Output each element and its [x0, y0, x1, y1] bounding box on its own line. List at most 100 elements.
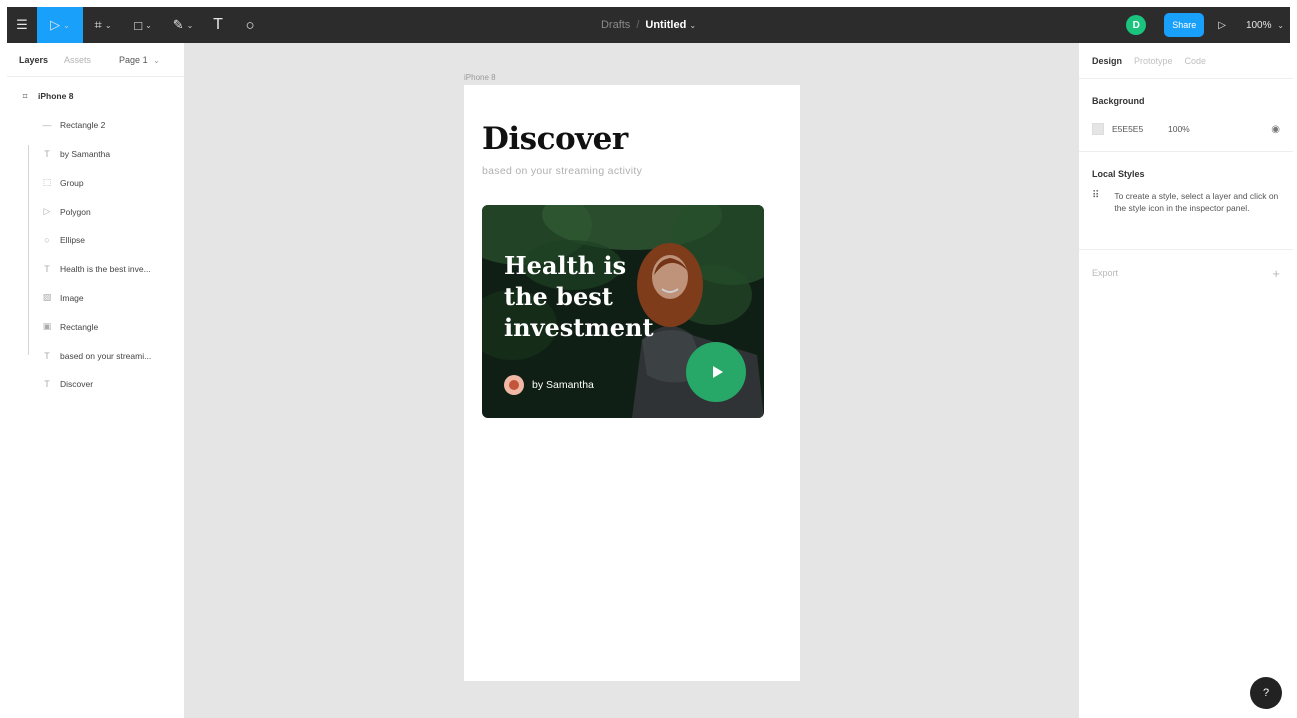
chevron-down-icon[interactable]: ⌄ — [689, 21, 696, 30]
background-section: Background E5E5E5 100% ◉ — [1079, 79, 1293, 152]
text-icon: T — [44, 148, 50, 159]
line-icon: — — [42, 120, 52, 131]
cursor-icon: ▷ — [50, 17, 61, 32]
card-author[interactable]: by Samantha — [504, 375, 594, 395]
frame-label[interactable]: iPhone 8 — [464, 73, 496, 82]
layer-item[interactable]: ▣ Rectangle — [7, 312, 184, 341]
layer-item[interactable]: ▷ Polygon — [7, 197, 184, 226]
style-icon: ⠿ — [1092, 190, 1100, 201]
layer-name: iPhone 8 — [38, 91, 74, 102]
local-styles-label: Local Styles — [1092, 169, 1145, 179]
text-icon: T — [44, 350, 50, 361]
page-selector[interactable]: Page 1 ⌄ — [119, 55, 160, 65]
chevron-down-icon: ⌄ — [63, 20, 70, 30]
share-button[interactable]: Share — [1164, 13, 1205, 37]
comment-tool-button[interactable]: ○ — [233, 7, 267, 43]
menu-button[interactable]: ☰ — [7, 7, 37, 43]
ellipse-icon: ○ — [44, 235, 50, 246]
layer-frame-iphone8[interactable]: ⌗ iPhone 8 — [7, 82, 184, 111]
zoom-value: 100% — [1245, 19, 1272, 31]
chevron-down-icon: ⌄ — [1277, 20, 1284, 30]
layer-item[interactable]: ○ Ellipse — [7, 226, 184, 255]
layer-name: Group — [60, 177, 84, 188]
layer-name: by Samantha — [60, 148, 111, 159]
frame-icon: ⌗ — [94, 17, 102, 32]
layer-item[interactable]: ▨ Image — [7, 284, 184, 313]
iphone-frame[interactable]: Discover based on your streaming activit… — [464, 85, 800, 681]
local-styles-section: Local Styles ⠿ To create a style, select… — [1079, 152, 1293, 250]
pen-icon: ✎ — [172, 17, 184, 32]
layer-item[interactable]: ⬚ Group — [7, 168, 184, 197]
content-card[interactable]: Health is the best investment by Samanth… — [482, 205, 764, 418]
comment-icon: ○ — [245, 16, 255, 34]
right-panel-tabs: Design Prototype Code — [1079, 43, 1293, 79]
layer-name: Rectangle 2 — [60, 120, 106, 131]
layers-panel: Layers Assets Page 1 ⌄ ⌗ iPhone 8 — Rect… — [7, 43, 185, 718]
image-icon: ▨ — [42, 292, 52, 303]
chevron-down-icon: ⌄ — [153, 55, 160, 65]
layer-name: based on your streami... — [60, 350, 152, 361]
frame-tool-button[interactable]: ⌗ ⌄ — [83, 7, 123, 43]
rectangle-icon: ▣ — [42, 321, 52, 332]
chevron-down-icon: ⌄ — [145, 20, 152, 30]
left-panel-tabs: Layers Assets Page 1 ⌄ — [7, 43, 184, 77]
shape-tool-button[interactable]: □ ⌄ — [123, 7, 163, 43]
color-swatch[interactable] — [1092, 123, 1104, 135]
background-row: E5E5E5 100% ◉ — [1092, 115, 1280, 143]
polygon-icon: ▷ — [43, 206, 51, 217]
layer-item[interactable]: T by Samantha — [7, 140, 184, 169]
discover-subtitle[interactable]: based on your streaming activity — [482, 165, 642, 177]
export-label: Export — [1092, 268, 1119, 278]
eye-icon[interactable]: ◉ — [1271, 124, 1280, 135]
user-avatar[interactable]: D — [1126, 15, 1147, 35]
group-icon: ⬚ — [42, 177, 52, 188]
pen-tool-button[interactable]: ✎ ⌄ — [163, 7, 203, 43]
frame-icon: ⌗ — [22, 90, 28, 101]
folder-link[interactable]: Drafts — [601, 19, 630, 31]
layer-name: Polygon — [60, 206, 91, 217]
layer-name: Rectangle — [60, 321, 99, 332]
text-tool-button[interactable]: T — [203, 7, 233, 43]
breadcrumb-separator: / — [636, 19, 640, 31]
card-title[interactable]: Health is the best investment — [504, 250, 664, 343]
play-icon — [712, 366, 723, 378]
local-styles-note: ⠿ To create a style, select a layer and … — [1092, 190, 1280, 226]
zoom-dropdown[interactable]: 100% ⌄ — [1246, 20, 1284, 31]
layer-item[interactable]: T Health is the best inve... — [7, 255, 184, 284]
author-avatar — [504, 375, 524, 395]
text-icon: T — [44, 379, 50, 390]
discover-heading[interactable]: Discover — [482, 121, 628, 157]
background-hex-field[interactable]: E5E5E5 — [1112, 124, 1168, 134]
tree-line — [28, 145, 29, 355]
layer-name: Ellipse — [60, 235, 86, 246]
plus-icon[interactable]: + — [1272, 266, 1280, 281]
file-name[interactable]: Untitled — [645, 19, 686, 31]
local-styles-text: To create a style, select a layer and cl… — [1114, 191, 1279, 213]
chevron-down-icon: ⌄ — [104, 20, 112, 30]
chevron-down-icon: ⌄ — [186, 20, 194, 30]
tab-layers[interactable]: Layers — [19, 55, 48, 65]
text-icon: T — [213, 16, 223, 33]
design-canvas[interactable]: iPhone 8 Discover based on your streamin… — [185, 43, 1078, 718]
design-panel: Design Prototype Code Background E5E5E5 … — [1078, 43, 1293, 718]
layer-name: Health is the best inve... — [60, 264, 151, 275]
tab-prototype[interactable]: Prototype — [1134, 56, 1173, 66]
layer-item[interactable]: — Rectangle 2 — [7, 111, 184, 140]
top-toolbar: ☰ ▷ ⌄ ⌗ ⌄ □ ⌄ ✎ ⌄ T ○ Drafts / Untitled … — [7, 7, 1290, 43]
layer-item[interactable]: T Discover — [7, 370, 184, 399]
present-icon[interactable]: ▷ — [1218, 20, 1226, 31]
tab-code[interactable]: Code — [1185, 56, 1207, 66]
toolbar-right: D Share ▷ 100% ⌄ — [1126, 7, 1284, 43]
move-tool-button[interactable]: ▷ ⌄ — [37, 7, 83, 43]
text-icon: T — [44, 264, 50, 275]
tab-design[interactable]: Design — [1092, 56, 1122, 66]
play-button[interactable] — [686, 342, 746, 402]
background-opacity-field[interactable]: 100% — [1168, 124, 1271, 134]
layer-name: Discover — [60, 379, 94, 390]
layer-item[interactable]: T based on your streami... — [7, 341, 184, 370]
export-section: Export + — [1079, 250, 1293, 296]
author-name: by Samantha — [532, 379, 594, 391]
help-button[interactable]: ? — [1250, 677, 1282, 709]
tab-assets[interactable]: Assets — [64, 55, 91, 65]
layer-list: ⌗ iPhone 8 — Rectangle 2 T by Samantha ⬚… — [7, 77, 184, 399]
